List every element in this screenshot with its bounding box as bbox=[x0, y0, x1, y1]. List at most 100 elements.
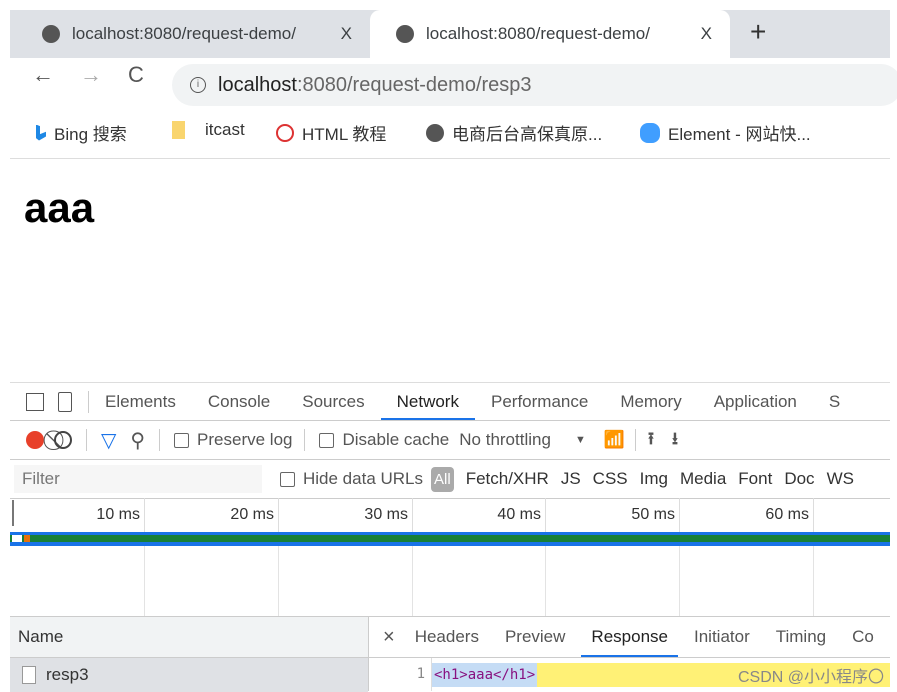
document-icon bbox=[22, 666, 36, 684]
devtools-tab-s[interactable]: S bbox=[813, 383, 856, 420]
separator bbox=[159, 429, 161, 451]
import-har-icon[interactable]: ⭱ bbox=[648, 426, 654, 455]
bookmark-bing[interactable]: Bing 搜索 bbox=[36, 120, 127, 145]
request-name: resp3 bbox=[46, 665, 89, 684]
tick-label: 40 ms bbox=[497, 506, 541, 523]
url-host: localhost bbox=[218, 73, 297, 96]
element-icon bbox=[640, 122, 660, 143]
tick-line bbox=[278, 498, 279, 532]
grid-line bbox=[813, 546, 814, 616]
devtools-tab-performance[interactable]: Performance bbox=[475, 383, 604, 420]
export-har-icon[interactable]: ⭳ bbox=[672, 426, 678, 455]
hide-data-urls-label: Hide data URLs bbox=[303, 469, 424, 488]
bookmark-element[interactable]: Element - 网站快... bbox=[640, 120, 811, 145]
url-path: :8080/request-demo/resp3 bbox=[296, 73, 532, 96]
devtools-tab-memory[interactable]: Memory bbox=[604, 383, 697, 420]
devtools-tab-elements[interactable]: Elements bbox=[89, 383, 192, 420]
browser-tab-2[interactable]: localhost:8080/request-demo/ X bbox=[370, 10, 730, 58]
bookmark-label: Element - 网站快... bbox=[668, 125, 811, 144]
checkbox[interactable] bbox=[319, 432, 335, 448]
devtools-tab-network[interactable]: Network bbox=[380, 383, 475, 420]
filter-icon[interactable]: ▽ bbox=[101, 428, 116, 453]
detail-tab-initiator[interactable]: Initiator bbox=[684, 617, 760, 657]
timeline-ruler: 10 ms 20 ms 30 ms 40 ms 50 ms 60 ms bbox=[10, 498, 890, 532]
html-tutorial-icon bbox=[276, 123, 294, 142]
line-number: 1 bbox=[369, 658, 432, 691]
timeline-waiting bbox=[24, 535, 30, 542]
tab-title: localhost:8080/request-demo/ bbox=[426, 24, 650, 43]
request-row[interactable]: resp3 bbox=[10, 658, 368, 692]
name-column-header[interactable]: Name bbox=[10, 617, 368, 658]
folder-icon bbox=[172, 121, 185, 139]
detail-tab-co[interactable]: Co bbox=[842, 617, 884, 657]
tick-line bbox=[144, 498, 145, 532]
separator bbox=[86, 429, 87, 451]
grid-line bbox=[545, 546, 546, 616]
checkbox[interactable] bbox=[280, 471, 295, 487]
filter-type-all[interactable]: All bbox=[431, 466, 454, 492]
detail-tab-headers[interactable]: Headers bbox=[405, 617, 489, 657]
tick-line bbox=[679, 498, 680, 532]
bookmark-html[interactable]: HTML 教程 bbox=[276, 120, 386, 145]
filter-type-fetch-xhr[interactable]: Fetch/XHR bbox=[466, 469, 549, 489]
throttling-select[interactable]: No throttling ▼ bbox=[459, 430, 586, 450]
back-button[interactable]: ← bbox=[32, 62, 54, 88]
clear-button[interactable] bbox=[54, 431, 72, 449]
separator bbox=[635, 429, 636, 451]
close-tab-button[interactable]: X bbox=[341, 24, 352, 44]
filter-type-media[interactable]: Media bbox=[680, 469, 726, 489]
throttling-value: No throttling bbox=[459, 430, 551, 449]
devtools-tab-application[interactable]: Application bbox=[698, 383, 813, 420]
ruler-start bbox=[12, 500, 14, 526]
tick-label: 50 ms bbox=[631, 506, 675, 523]
forward-button[interactable]: → bbox=[80, 62, 102, 88]
globe-icon bbox=[426, 123, 444, 142]
detail-tab-response[interactable]: Response bbox=[581, 617, 678, 657]
preserve-log-checkbox[interactable]: Preserve log bbox=[174, 430, 292, 450]
tick-line bbox=[545, 498, 546, 532]
tick-line bbox=[412, 498, 413, 532]
tick-label: 30 ms bbox=[364, 506, 408, 523]
filter-type-img[interactable]: Img bbox=[640, 469, 668, 489]
close-detail-button[interactable]: × bbox=[383, 626, 395, 649]
disable-cache-label: Disable cache bbox=[342, 430, 450, 449]
tick-label: 20 ms bbox=[230, 506, 274, 523]
hide-data-urls-checkbox[interactable]: Hide data URLs bbox=[280, 469, 423, 489]
search-icon[interactable]: ⚲ bbox=[130, 428, 145, 453]
filter-input[interactable]: Filter bbox=[14, 465, 262, 493]
disable-cache-checkbox[interactable]: Disable cache bbox=[319, 430, 449, 450]
device-toolbar-icon[interactable] bbox=[58, 391, 72, 412]
devtools-tab-sources[interactable]: Sources bbox=[286, 383, 380, 420]
filter-type-js[interactable]: JS bbox=[561, 469, 581, 489]
timeline-gap bbox=[12, 535, 22, 542]
grid-line bbox=[278, 546, 279, 616]
detail-tab-preview[interactable]: Preview bbox=[495, 617, 575, 657]
dropdown-arrow-icon: ▼ bbox=[574, 434, 586, 446]
filter-type-ws[interactable]: WS bbox=[827, 469, 854, 489]
timeline-bar bbox=[10, 535, 890, 542]
response-body: 1 <h1>aaa</h1> CSDN @小小程序〇 bbox=[369, 658, 890, 691]
close-tab-button[interactable]: X bbox=[701, 24, 712, 44]
checkbox[interactable] bbox=[174, 432, 190, 448]
filter-type-font[interactable]: Font bbox=[738, 469, 772, 489]
record-button[interactable] bbox=[26, 431, 44, 449]
tick-line bbox=[813, 498, 814, 532]
grid-line bbox=[679, 546, 680, 616]
info-icon: i bbox=[190, 77, 206, 93]
bing-icon bbox=[36, 124, 46, 141]
bookmark-ecommerce[interactable]: 电商后台高保真原... bbox=[426, 120, 602, 145]
address-bar[interactable]: i localhost:8080/request-demo/resp3 bbox=[172, 64, 897, 106]
reload-button[interactable]: C bbox=[128, 62, 144, 88]
inspect-element-icon[interactable] bbox=[26, 392, 44, 411]
bookmark-label: Bing 搜索 bbox=[54, 125, 127, 144]
detail-tab-timing[interactable]: Timing bbox=[766, 617, 836, 657]
filter-type-doc[interactable]: Doc bbox=[784, 469, 814, 489]
browser-tab-1[interactable]: localhost:8080/request-demo/ X bbox=[10, 10, 370, 58]
new-tab-button[interactable]: + bbox=[750, 16, 766, 48]
tab-title: localhost:8080/request-demo/ bbox=[72, 24, 296, 43]
bookmark-label: itcast bbox=[205, 120, 245, 139]
devtools-tab-console[interactable]: Console bbox=[192, 383, 286, 420]
bookmark-itcast[interactable]: itcast bbox=[172, 120, 245, 140]
filter-type-css[interactable]: CSS bbox=[593, 469, 628, 489]
network-conditions-icon[interactable]: 📶 bbox=[604, 430, 625, 450]
